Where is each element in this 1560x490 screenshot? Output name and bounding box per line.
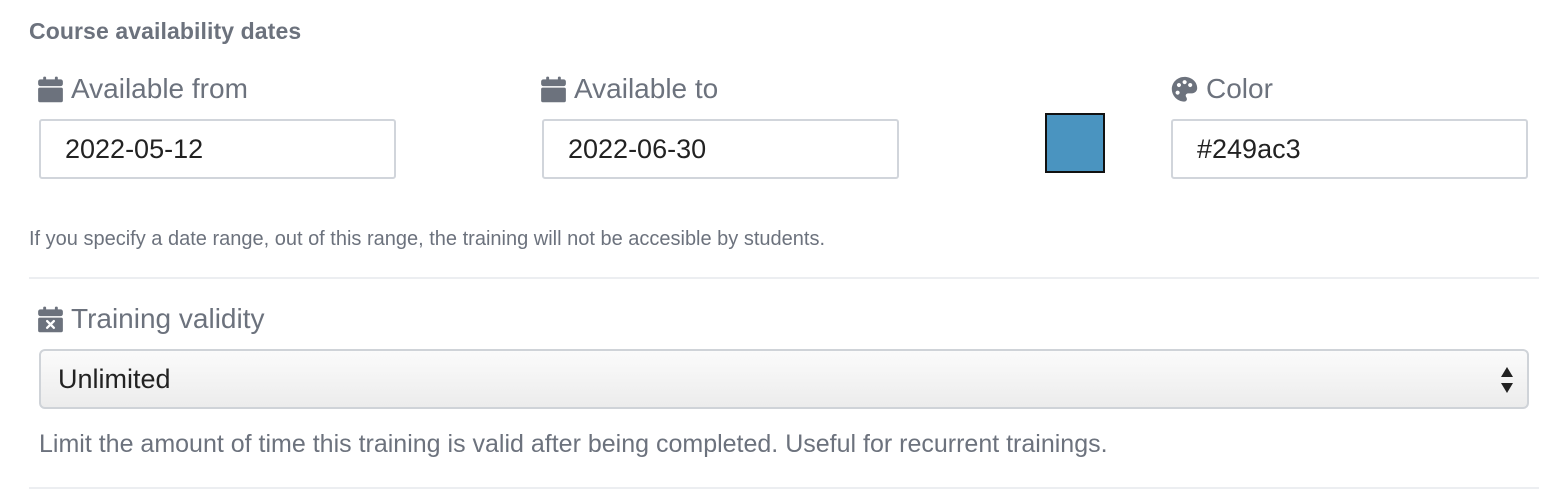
calendar-x-icon: [37, 306, 64, 333]
palette-icon: [1170, 75, 1199, 104]
calendar-icon: [540, 76, 567, 103]
available-from-label-text: Available from: [71, 73, 248, 104]
section-title: Course availability dates: [29, 18, 302, 44]
available-from-label: Available from: [37, 72, 248, 106]
divider: [29, 277, 1539, 279]
color-label-text: Color: [1206, 73, 1273, 104]
divider: [29, 487, 1539, 489]
sort-arrows-icon: [1499, 365, 1515, 402]
training-validity-select[interactable]: Unlimited: [39, 349, 1529, 409]
color-input[interactable]: [1171, 119, 1528, 179]
color-swatch[interactable]: [1045, 113, 1105, 173]
training-validity-label-text: Training validity: [71, 303, 265, 334]
date-range-help-text: If you specify a date range, out of this…: [29, 228, 826, 250]
available-to-label-text: Available to: [574, 73, 719, 104]
available-to-input[interactable]: [542, 119, 899, 179]
training-validity-selected-value: Unlimited: [58, 363, 171, 394]
calendar-icon: [37, 76, 64, 103]
color-label: Color: [1170, 72, 1273, 106]
available-to-label: Available to: [540, 72, 718, 106]
training-validity-help-text: Limit the amount of time this training i…: [39, 430, 1108, 458]
available-from-input[interactable]: [39, 119, 396, 179]
training-validity-label: Training validity: [37, 302, 264, 336]
